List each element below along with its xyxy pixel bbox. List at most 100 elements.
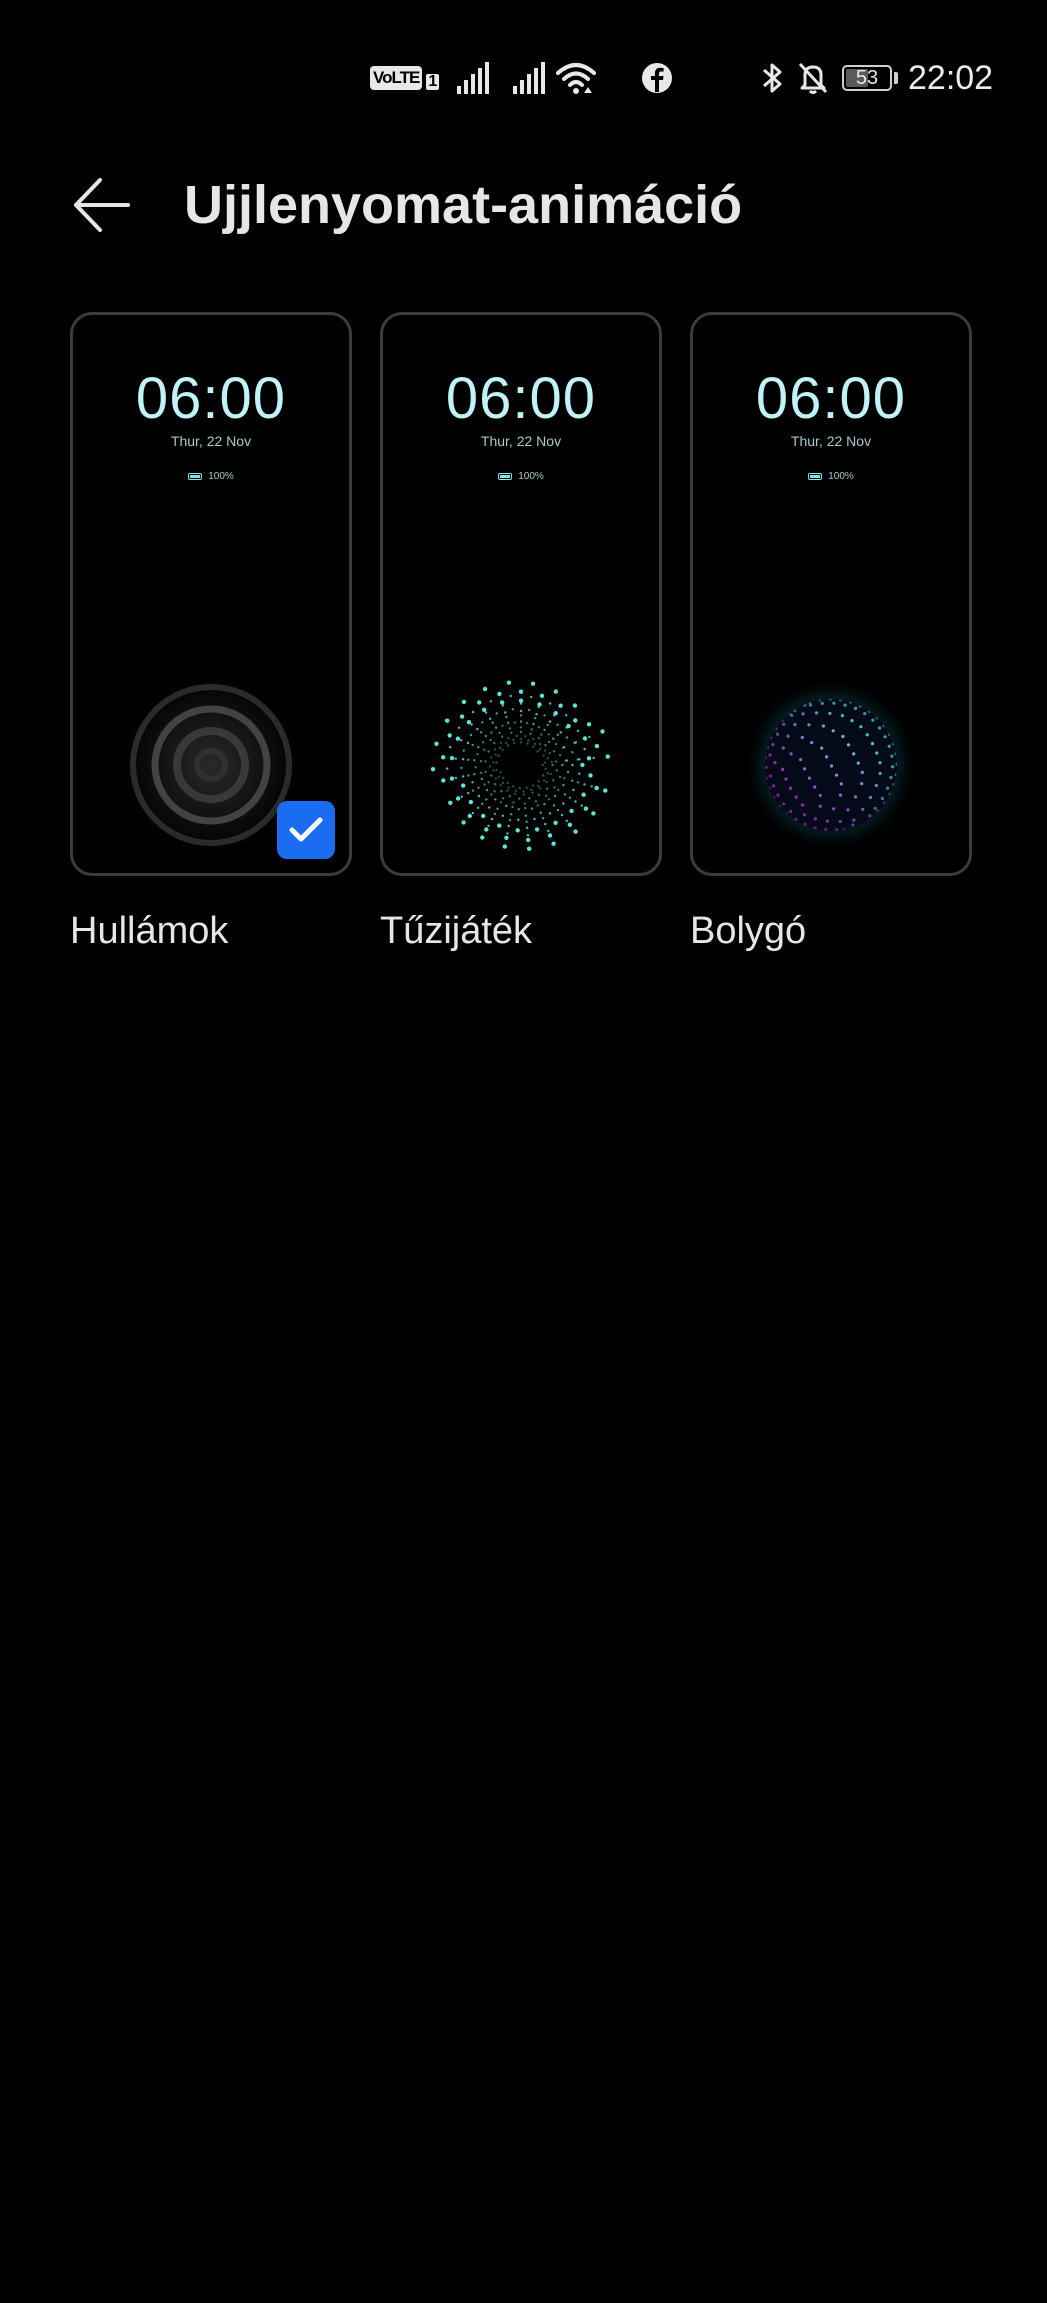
firework-particle: [525, 820, 528, 823]
firework-particle: [565, 736, 569, 739]
planet-particle: [851, 823, 855, 827]
firework-particle: [454, 776, 458, 780]
firework-particle: [531, 791, 534, 794]
firework-particle: [546, 723, 549, 727]
firework-particle: [519, 737, 523, 741]
planet-particle: [871, 718, 875, 722]
firework-particle: [484, 827, 489, 832]
firework-particle: [565, 819, 568, 822]
planet-particle: [860, 770, 864, 774]
planet-particle: [799, 758, 803, 762]
firework-particle: [554, 760, 558, 763]
option-card-planet[interactable]: 06:00 Thur, 22 Nov 100%: [690, 312, 972, 876]
back-arrow-icon: [74, 178, 130, 232]
firework-particle: [527, 739, 530, 742]
firework-particle: [504, 835, 509, 840]
firework-particle: [522, 790, 525, 793]
planet-particle: [850, 719, 854, 723]
firework-particle: [500, 735, 504, 738]
planet-particle: [865, 733, 869, 737]
planet-particle: [859, 725, 863, 729]
firework-particle: [499, 801, 503, 804]
firework-particle: [563, 745, 566, 749]
firework-particle: [498, 731, 501, 734]
planet-particle: [790, 713, 794, 717]
planet-particle: [821, 724, 825, 728]
firework-particle: [532, 737, 535, 741]
firework-particle: [495, 768, 498, 771]
firework-particle: [483, 783, 486, 786]
planet-particle: [814, 711, 819, 715]
planet-particle: [838, 793, 843, 797]
volte-icon: VoLTE 1: [370, 50, 440, 106]
firework-particle: [506, 744, 510, 747]
firework-particle: [506, 832, 509, 835]
firework-particle: [542, 754, 545, 757]
firework-particle: [559, 731, 562, 734]
firework-particle: [539, 748, 542, 751]
firework-particle: [545, 780, 548, 784]
option-label-waves[interactable]: Hullámok: [70, 908, 228, 954]
planet-particle: [782, 802, 786, 806]
firework-particle: [499, 746, 502, 750]
option-card-fireworks[interactable]: 06:00 Thur, 22 Nov 100%: [380, 312, 662, 876]
planet-particle: [820, 746, 824, 750]
firework-particle: [556, 808, 560, 812]
firework-particle: [467, 774, 470, 777]
firework-particle: [494, 753, 497, 756]
firework-particle: [461, 699, 467, 705]
planet-particle: [793, 723, 797, 727]
planet-particle: [803, 767, 807, 771]
firework-particle: [499, 784, 502, 787]
firework-particle: [563, 793, 567, 796]
option-label-planet[interactable]: Bolygó: [690, 908, 806, 954]
firework-particle: [543, 749, 547, 752]
firework-particle: [508, 795, 511, 798]
planet-particle: [786, 734, 790, 738]
firework-particle: [552, 750, 556, 753]
firework-particle: [524, 806, 527, 810]
firework-particle: [512, 785, 515, 788]
firework-particle: [552, 804, 556, 807]
firework-particle: [557, 788, 560, 792]
preview-battery-percent: 100%: [828, 471, 854, 482]
firework-particle: [511, 805, 514, 809]
planet-particle: [784, 777, 788, 781]
firework-particle: [549, 772, 552, 776]
firework-particle: [447, 733, 452, 738]
option-label-fireworks[interactable]: Tűzijáték: [380, 908, 532, 954]
firework-particle: [528, 797, 531, 800]
firework-particle: [430, 767, 436, 772]
firework-particle: [449, 755, 455, 761]
firework-particle: [471, 781, 474, 784]
firework-particle: [455, 736, 461, 741]
firework-particle: [551, 763, 554, 767]
firework-particle: [492, 761, 495, 764]
status-clock: 22:02: [908, 58, 994, 97]
planet-particle: [807, 776, 811, 780]
firework-particle: [530, 807, 534, 810]
bluetooth-icon: [760, 50, 786, 106]
firework-particle: [528, 708, 531, 712]
firework-particle: [479, 731, 483, 734]
planet-particle: [768, 753, 772, 757]
planet-particle: [802, 813, 807, 817]
firework-particle: [591, 811, 596, 816]
firework-particle: [509, 813, 513, 816]
planet-particle: [868, 814, 872, 818]
option-card-waves[interactable]: 06:00 Thur, 22 Nov 100%: [70, 312, 352, 876]
firework-particle: [460, 766, 463, 770]
firework-particle: [446, 767, 449, 770]
firework-particle: [473, 773, 476, 776]
firework-particle: [489, 717, 492, 720]
planet-particle: [830, 764, 834, 768]
firework-particle: [499, 771, 502, 774]
firework-particle: [512, 738, 515, 742]
mini-battery-icon: [188, 473, 203, 480]
firework-particle: [487, 781, 490, 784]
selected-check-badge[interactable]: [277, 801, 335, 859]
planet-particle: [781, 746, 785, 750]
back-button[interactable]: [62, 172, 142, 238]
preview-time: 06:00: [135, 366, 287, 431]
planet-particle: [769, 774, 773, 778]
